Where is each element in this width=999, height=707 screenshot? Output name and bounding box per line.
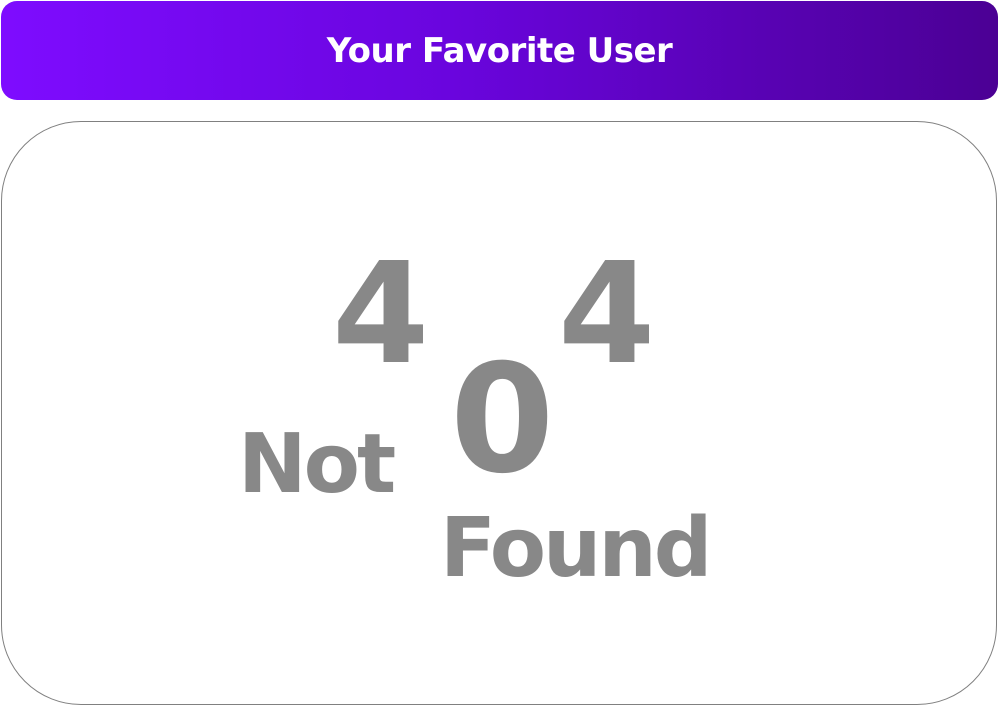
- error-digit-middle: 0: [450, 333, 555, 507]
- error-digit-last: 4: [558, 233, 656, 396]
- header-bar: Your Favorite User: [1, 1, 998, 100]
- page: Your Favorite User 4 4 0 Not Found: [0, 0, 999, 707]
- error-word-not: Not: [238, 417, 396, 512]
- error-digit-first: 4: [332, 233, 430, 396]
- page-title: Your Favorite User: [326, 30, 673, 71]
- error-word-found: Found: [440, 501, 712, 596]
